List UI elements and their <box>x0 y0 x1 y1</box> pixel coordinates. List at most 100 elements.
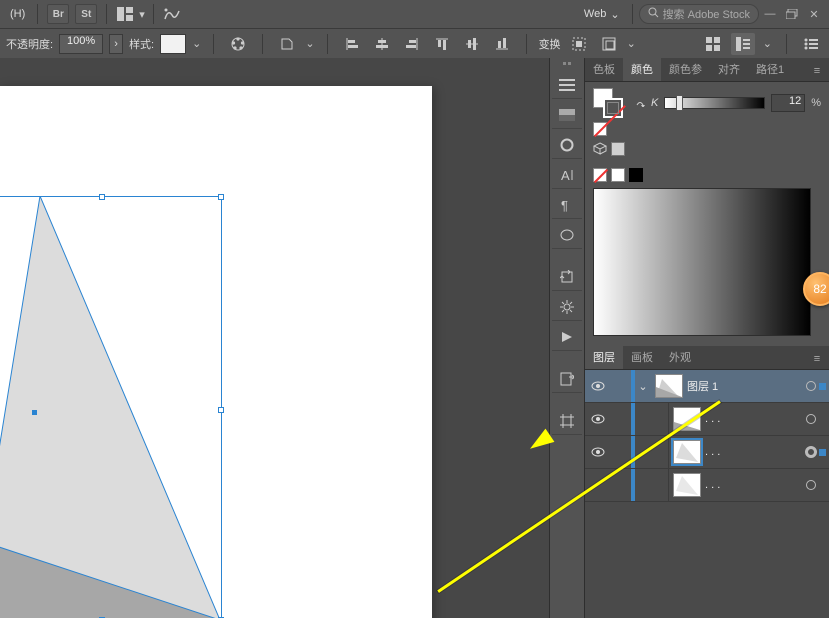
tab-pathfinder[interactable]: 路径1 <box>748 57 792 81</box>
dock-export-icon[interactable] <box>552 365 582 393</box>
grad-white-button[interactable] <box>611 168 625 182</box>
tab-artboards[interactable]: 画板 <box>623 345 661 369</box>
chevron-down-icon: ⌄ <box>305 37 314 50</box>
layer-name[interactable]: 图层 1 <box>687 378 803 394</box>
restore-button[interactable] <box>781 4 803 24</box>
dock-grip-icon[interactable] <box>556 62 578 65</box>
dock-type-icon[interactable]: A <box>552 161 582 189</box>
dock-hamburger-icon[interactable] <box>552 71 582 99</box>
grad-none-button[interactable] <box>593 168 607 182</box>
align-hcenter-button[interactable] <box>370 33 394 55</box>
visibility-toggle[interactable] <box>585 381 611 391</box>
canvas[interactable] <box>0 58 549 618</box>
svg-text:A: A <box>561 168 570 182</box>
gradient-panel <box>585 162 829 346</box>
separator <box>153 4 154 24</box>
panel-options-button[interactable] <box>731 33 755 55</box>
target-indicator[interactable] <box>803 480 819 490</box>
visibility-toggle[interactable] <box>585 447 611 457</box>
app-menu-bar: (H) Br St ▾ Web ⌄ 搜索 Adobe Stock — ✕ <box>0 0 829 28</box>
layer-thumbnail <box>673 440 701 464</box>
tab-layers[interactable]: 图层 <box>585 345 623 369</box>
tab-swatches[interactable]: 色板 <box>585 57 623 81</box>
minimize-button[interactable]: — <box>759 4 781 24</box>
k-value-input[interactable]: 12 <box>771 94 805 112</box>
swap-fill-stroke-icon[interactable] <box>635 99 645 107</box>
chevron-down-icon: ⌄ <box>192 37 201 50</box>
dock-artboard-icon[interactable] <box>552 407 582 435</box>
k-label: K <box>651 97 658 109</box>
layer-thumbnail <box>655 374 683 398</box>
separator <box>327 34 328 54</box>
stock-search[interactable]: 搜索 Adobe Stock <box>639 4 759 24</box>
tab-appearance[interactable]: 外观 <box>661 345 699 369</box>
edit-clip-button[interactable] <box>597 33 621 55</box>
grad-black-button[interactable] <box>629 168 643 182</box>
layer-name[interactable]: . . . <box>705 446 803 458</box>
grid-icon[interactable] <box>701 33 725 55</box>
layer-row[interactable]: ⌄ 图层 1 <box>585 370 829 403</box>
layer-name[interactable]: . . . <box>705 479 803 491</box>
align-vcenter-button[interactable] <box>460 33 484 55</box>
isolate-button[interactable] <box>567 33 591 55</box>
target-indicator[interactable] <box>803 414 819 424</box>
right-panels: 色板 颜色 颜色参 对齐 路径1 ≡ K 12 % <box>585 58 829 618</box>
target-indicator[interactable] <box>803 446 819 458</box>
disclosure-toggle[interactable]: ⌄ <box>635 380 651 393</box>
workspace-preset-label: Web <box>584 8 606 20</box>
bbox-handle-e[interactable] <box>218 407 224 413</box>
dock-paragraph-icon[interactable]: ¶ <box>552 191 582 219</box>
stock-button[interactable]: St <box>75 4 97 24</box>
layer-row[interactable]: . . . <box>585 469 829 502</box>
arrange-documents-button[interactable] <box>113 3 137 25</box>
chevron-down-icon: ⌄ <box>610 8 619 21</box>
tab-color-guide[interactable]: 颜色参 <box>661 57 710 81</box>
selection-center <box>32 410 37 415</box>
selection-bounds <box>0 196 222 618</box>
tab-color[interactable]: 颜色 <box>623 57 661 81</box>
dock-play-icon[interactable] <box>552 323 582 351</box>
bbox-handle-ne[interactable] <box>218 194 224 200</box>
gradient-spectrum[interactable] <box>593 188 811 336</box>
dock-swatch-icon[interactable] <box>552 101 582 129</box>
align-right-button[interactable] <box>400 33 424 55</box>
bridge-button[interactable]: Br <box>47 4 69 24</box>
none-color-icon[interactable] <box>593 122 607 136</box>
panel-flyout-menu[interactable]: ≡ <box>805 61 829 81</box>
slider-thumb[interactable] <box>676 95 683 111</box>
panel-flyout-menu[interactable]: ≡ <box>805 349 829 369</box>
align-bottom-button[interactable] <box>490 33 514 55</box>
close-button[interactable]: ✕ <box>803 4 825 24</box>
artboard <box>0 86 432 618</box>
visibility-toggle[interactable] <box>585 414 611 424</box>
dock-brushes-icon[interactable] <box>552 131 582 159</box>
align-left-button[interactable] <box>340 33 364 55</box>
dock-transform-icon[interactable] <box>552 263 582 291</box>
cube-mode-icon[interactable] <box>593 142 607 156</box>
doc-setup-button[interactable] <box>275 33 299 55</box>
graphic-style-swatch[interactable] <box>160 34 186 54</box>
layer-name[interactable]: . . . <box>705 413 803 425</box>
target-indicator[interactable] <box>803 381 819 391</box>
align-top-button[interactable] <box>430 33 454 55</box>
list-menu-icon[interactable] <box>799 33 823 55</box>
recolor-artwork-button[interactable] <box>226 33 250 55</box>
color-tabs: 色板 颜色 颜色参 对齐 路径1 ≡ <box>585 58 829 82</box>
opacity-stepper[interactable]: › <box>109 34 123 54</box>
k-slider[interactable] <box>664 97 765 109</box>
transform-label[interactable]: 变换 <box>539 36 561 52</box>
workspace-preset-picker[interactable]: Web ⌄ <box>578 8 626 21</box>
layer-row[interactable]: . . . <box>585 436 829 469</box>
dock-gear-icon[interactable] <box>552 293 582 321</box>
gpu-preview-icon[interactable] <box>160 3 184 25</box>
bbox-handle-n[interactable] <box>99 194 105 200</box>
opacity-input[interactable]: 100% <box>59 34 103 54</box>
stroke-proxy[interactable] <box>603 98 623 118</box>
dock-stroke-icon[interactable] <box>552 221 582 249</box>
separator <box>526 34 527 54</box>
separator <box>213 34 214 54</box>
current-tint-swatch[interactable] <box>611 142 625 156</box>
tab-align[interactable]: 对齐 <box>710 57 748 81</box>
layer-thumbnail <box>673 473 701 497</box>
fill-stroke-proxy[interactable] <box>593 88 629 118</box>
